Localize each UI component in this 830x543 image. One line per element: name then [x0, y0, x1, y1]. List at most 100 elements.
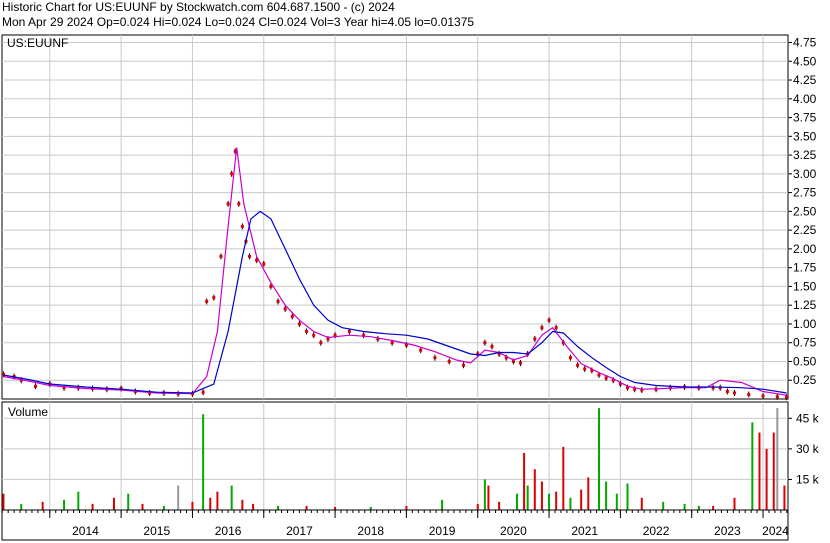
- volume-y-tick-label: 15 k: [796, 472, 820, 486]
- price-y-tick-label: 0.75: [793, 336, 817, 350]
- price-point: [201, 390, 205, 394]
- volume-bar: [526, 485, 529, 510]
- price-point: [419, 348, 423, 352]
- volume-bar: [2, 493, 5, 510]
- volume-bar: [177, 485, 180, 510]
- price-y-tick-label: 4.25: [793, 73, 817, 87]
- volume-bar: [776, 408, 779, 510]
- x-tick-label: 2023: [714, 524, 741, 538]
- price-panel-label: US:EUUNF: [7, 36, 68, 50]
- volume-bar: [405, 505, 408, 510]
- price-point: [490, 344, 494, 348]
- price-point: [519, 361, 523, 365]
- price-point: [205, 299, 209, 303]
- price-point: [240, 224, 244, 228]
- volume-bar: [697, 505, 700, 510]
- price-y-tick-label: 2.00: [793, 242, 817, 256]
- volume-bar: [569, 497, 572, 510]
- x-tick-label: 2024: [762, 524, 789, 538]
- price-point: [533, 337, 537, 341]
- price-point: [262, 262, 266, 266]
- x-tick-label: 2018: [357, 524, 384, 538]
- price-point: [540, 326, 544, 330]
- volume-bar: [580, 489, 583, 510]
- volume-bar: [305, 505, 308, 510]
- price-point: [219, 254, 223, 258]
- price-y-tick-label: 1.50: [793, 279, 817, 293]
- price-point: [247, 254, 251, 258]
- price-point: [568, 356, 572, 360]
- volume-bar: [605, 481, 608, 510]
- price-point: [312, 333, 316, 337]
- price-point: [290, 314, 294, 318]
- volume-bar: [483, 479, 486, 510]
- volume-bar: [216, 491, 219, 510]
- price-point: [319, 341, 323, 345]
- price-y-tick-label: 2.75: [793, 186, 817, 200]
- price-y-axis: 0.25 0.50 0.75 1.00 1.25 1.50 1.75 2.00 2.25 2.50…: [788, 36, 817, 387]
- volume-bar: [555, 491, 558, 510]
- price-y-tick-label: 3.75: [793, 111, 817, 125]
- x-tick-label: 2015: [143, 524, 170, 538]
- volume-panel-label: Volume: [8, 405, 48, 419]
- volume-bar: [141, 503, 144, 510]
- volume-bar: [77, 491, 80, 510]
- volume-bar: [562, 446, 565, 510]
- volume-bar: [20, 503, 23, 510]
- price-point: [461, 363, 465, 367]
- volume-bar: [230, 485, 233, 510]
- volume-bar: [662, 501, 665, 510]
- price-point: [775, 395, 779, 399]
- price-point: [305, 329, 309, 333]
- volume-bar: [112, 497, 115, 510]
- volume-bar: [41, 501, 44, 510]
- price-point: [761, 394, 765, 398]
- price-point: [785, 395, 789, 399]
- price-point: [447, 359, 451, 363]
- volume-bar: [191, 501, 194, 510]
- price-y-tick-label: 3.50: [793, 129, 817, 143]
- stock-chart: 0.25 0.50 0.75 1.00 1.25 1.50 1.75 2.00 2.25 2.50…: [1, 34, 820, 541]
- price-point: [226, 202, 230, 206]
- price-y-tick-label: 3.00: [793, 167, 817, 181]
- price-y-tick-label: 2.25: [793, 223, 817, 237]
- price-panel: [1, 34, 789, 400]
- volume-bar: [63, 499, 66, 510]
- price-point: [276, 299, 280, 303]
- price-y-tick-label: 0.25: [793, 373, 817, 387]
- price-y-tick-label: 3.25: [793, 148, 817, 162]
- price-point: [547, 318, 551, 322]
- volume-bar: [626, 483, 629, 510]
- price-point: [733, 391, 737, 395]
- x-tick-label: 2016: [215, 524, 242, 538]
- volume-bar: [587, 477, 590, 510]
- volume-bar: [540, 481, 543, 510]
- price-point: [725, 389, 729, 393]
- volume-y-axis: 15 k 30 k 45 k: [788, 411, 820, 486]
- price-y-tick-label: 0.50: [793, 354, 817, 368]
- volume-bar: [209, 497, 212, 510]
- price-point: [576, 363, 580, 367]
- volume-bar: [202, 414, 205, 510]
- volume-bar: [487, 485, 490, 510]
- x-tick-label: 2019: [429, 524, 456, 538]
- price-point: [483, 341, 487, 345]
- volume-bar: [498, 501, 501, 510]
- price-point: [34, 384, 38, 388]
- price-point: [230, 172, 234, 176]
- volume-bar: [765, 448, 768, 510]
- price-point: [283, 307, 287, 311]
- volume-bar: [476, 503, 479, 510]
- price-point: [390, 341, 394, 345]
- price-point: [597, 373, 601, 377]
- volume-bar: [533, 469, 536, 510]
- volume-bar: [241, 499, 244, 510]
- price-y-tick-label: 2.50: [793, 204, 817, 218]
- volume-bar: [597, 408, 600, 510]
- volume-bar: [783, 485, 786, 510]
- x-tick-label: 2017: [286, 524, 313, 538]
- price-point: [554, 326, 558, 330]
- price-y-tick-label: 1.25: [793, 298, 817, 312]
- x-tick-label: 2020: [500, 524, 527, 538]
- price-point: [747, 392, 751, 396]
